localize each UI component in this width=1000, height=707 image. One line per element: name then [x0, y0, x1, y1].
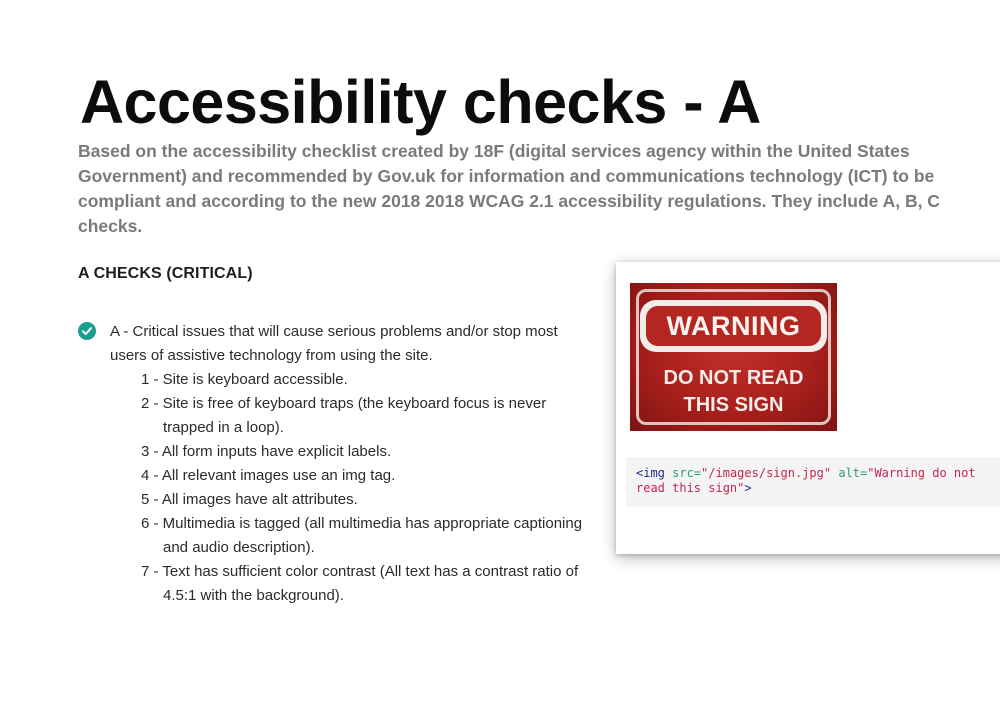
- code-attr-alt: alt=: [838, 466, 868, 480]
- page-title: Accessibility checks - A: [80, 68, 761, 136]
- sign-line-1: DO NOT READ: [663, 367, 804, 389]
- code-tag-open: <img: [636, 466, 665, 480]
- code-snippet: <img src="/images/sign.jpg" alt="Warning…: [626, 457, 1000, 507]
- list-item: 4 - All relevant images use an img tag.: [141, 467, 396, 484]
- code-value-src: "/images/sign.jpg": [701, 466, 832, 480]
- list-item: 1 - Site is keyboard accessible.: [141, 371, 348, 388]
- code-value-alt-2: read this sign": [636, 481, 745, 495]
- code-value-alt-1: "Warning do not: [867, 466, 976, 480]
- check-description: A - Critical issues that will cause seri…: [110, 323, 558, 364]
- intro-paragraph: Based on the accessibility checklist cre…: [78, 141, 940, 236]
- warning-sign-image: WARNING DO NOT READ THIS SIGN: [630, 283, 837, 431]
- list-item: 6 - Multimedia is tagged (all multimedia…: [141, 515, 583, 556]
- example-card: WARNING DO NOT READ THIS SIGN <img src="…: [616, 262, 1000, 554]
- section-heading: A CHECKS (CRITICAL): [78, 265, 253, 282]
- list-item: 5 - All images have alt attributes.: [141, 491, 358, 508]
- list-item: 2 - Site is free of keyboard traps (the …: [141, 395, 547, 436]
- check-circle-icon: [78, 322, 96, 340]
- code-block: <img src="/images/sign.jpg" alt="Warning…: [626, 457, 1000, 496]
- sign-line-2: THIS SIGN: [683, 394, 784, 416]
- sign-title: WARNING: [646, 306, 821, 346]
- check-list: 1 - Site is keyboard accessible. 2 - Sit…: [78, 368, 588, 608]
- check-block: A - Critical issues that will cause seri…: [78, 320, 588, 608]
- sign-text: DO NOT READ THIS SIGN: [630, 365, 837, 419]
- code-attr-src: src=: [672, 466, 702, 480]
- sign-banner: WARNING: [640, 300, 827, 352]
- code-tag-close: >: [744, 481, 752, 495]
- list-item: 3 - All form inputs have explicit labels…: [141, 443, 392, 460]
- list-item: 7 - Text has sufficient color contrast (…: [141, 563, 579, 604]
